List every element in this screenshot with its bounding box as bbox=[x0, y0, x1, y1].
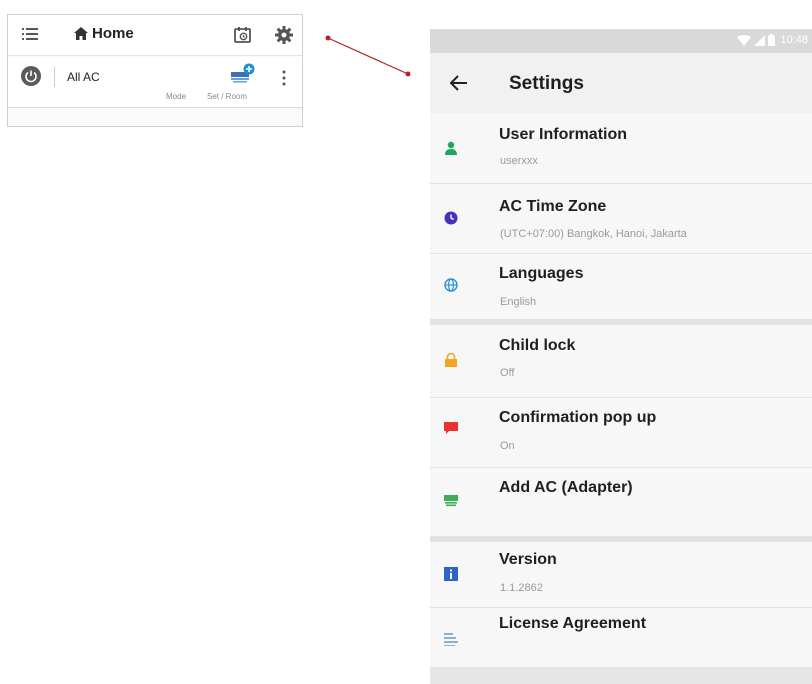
home-title-group: Home bbox=[74, 25, 134, 42]
settings-item-subtitle: Off bbox=[500, 367, 515, 379]
connector-line bbox=[327, 37, 409, 75]
settings-item-subtitle: userxxx bbox=[500, 155, 538, 167]
ac-unit-icon bbox=[444, 495, 458, 507]
settings-item-license-agreement[interactable]: License Agreement bbox=[430, 607, 812, 667]
document-lines-icon bbox=[444, 633, 458, 646]
status-bar: 10:48 bbox=[430, 29, 812, 53]
settings-item-title: Languages bbox=[499, 265, 584, 282]
ac-group-row[interactable]: All AC Mode Set / Room bbox=[8, 57, 302, 108]
home-screen-preview: Home All AC Mode Set / Room bbox=[7, 14, 303, 127]
power-button[interactable] bbox=[21, 66, 41, 86]
settings-item-subtitle: On bbox=[500, 440, 515, 452]
settings-item-confirmation-pop-up[interactable]: Confirmation pop up On bbox=[430, 397, 812, 468]
lock-icon bbox=[445, 353, 457, 367]
row-divider bbox=[54, 67, 55, 87]
settings-section-about: Version 1.1.2862 License Agreement bbox=[430, 542, 812, 667]
arrow-left-icon[interactable] bbox=[450, 75, 468, 91]
settings-item-add-ac-adapter[interactable]: Add AC (Adapter) bbox=[430, 467, 812, 536]
settings-item-title: Add AC (Adapter) bbox=[499, 479, 633, 496]
mode-label[interactable]: Mode bbox=[166, 92, 186, 101]
settings-item-title: AC Time Zone bbox=[499, 198, 607, 215]
ac-name-label: All AC bbox=[67, 70, 100, 84]
settings-item-languages[interactable]: Languages English bbox=[430, 253, 812, 319]
globe-icon bbox=[444, 278, 458, 292]
status-icons: 10:48 bbox=[737, 34, 808, 46]
set-room-label[interactable]: Set / Room bbox=[207, 92, 247, 101]
settings-item-title: Child lock bbox=[499, 337, 576, 354]
settings-item-subtitle: English bbox=[500, 296, 537, 308]
wifi-icon bbox=[737, 34, 752, 46]
settings-app-bar: Settings bbox=[430, 53, 812, 113]
status-time: 10:48 bbox=[780, 34, 808, 46]
calendar-clock-icon[interactable] bbox=[234, 26, 252, 44]
bottom-filler bbox=[430, 667, 812, 684]
clock-icon bbox=[444, 211, 458, 225]
home-title: Home bbox=[92, 25, 134, 42]
settings-item-subtitle: 1.1.2862 bbox=[500, 582, 543, 594]
connector-dot-end bbox=[405, 71, 411, 77]
settings-screen: 10:48 Settings User Information userxxx … bbox=[430, 29, 812, 684]
chat-bubble-icon bbox=[444, 422, 458, 434]
settings-item-subtitle: (UTC+07:00) Bangkok, Hanoi, Jakarta bbox=[500, 228, 687, 240]
more-vertical-icon[interactable] bbox=[281, 69, 287, 87]
power-icon bbox=[25, 70, 37, 83]
ac-add-icon[interactable] bbox=[230, 63, 256, 87]
page-title: Settings bbox=[509, 73, 584, 94]
settings-item-ac-time-zone[interactable]: AC Time Zone (UTC+07:00) Bangkok, Hanoi,… bbox=[430, 183, 812, 254]
settings-section-account: User Information userxxx AC Time Zone (U… bbox=[430, 113, 812, 319]
settings-item-title: Confirmation pop up bbox=[499, 409, 657, 426]
settings-item-version[interactable]: Version 1.1.2862 bbox=[430, 542, 812, 608]
info-icon bbox=[444, 567, 458, 581]
settings-item-title: Version bbox=[499, 551, 557, 568]
battery-icon bbox=[768, 34, 776, 46]
settings-item-child-lock[interactable]: Child lock Off bbox=[430, 325, 812, 398]
settings-item-title: License Agreement bbox=[499, 615, 647, 632]
settings-section-preferences: Child lock Off Confirmation pop up On Ad… bbox=[430, 325, 812, 536]
menu-list-icon[interactable] bbox=[22, 27, 38, 41]
cell-signal-icon bbox=[754, 34, 766, 46]
user-icon bbox=[445, 141, 457, 155]
house-icon bbox=[74, 27, 88, 40]
home-top-bar: Home bbox=[8, 15, 302, 56]
connector-dot-start bbox=[325, 35, 331, 41]
gear-icon[interactable] bbox=[274, 25, 294, 45]
settings-item-user-information[interactable]: User Information userxxx bbox=[430, 113, 812, 184]
settings-item-title: User Information bbox=[499, 126, 628, 143]
